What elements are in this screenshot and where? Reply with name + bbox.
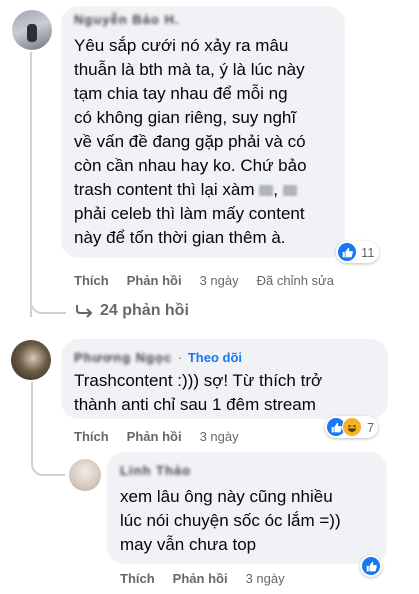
comment-actions: Thích Phản hồi 3 ngày (120, 571, 303, 586)
comment-author[interactable]: Nguyễn Bảo H. (74, 12, 179, 27)
reaction-summary[interactable]: 7 (325, 416, 379, 438)
avatar[interactable] (69, 459, 101, 491)
like-button[interactable]: Thích (74, 273, 109, 288)
reaction-summary[interactable] (360, 555, 382, 577)
reply-arrow-icon (76, 304, 93, 318)
reply-button[interactable]: Phản hồi (173, 571, 228, 586)
thread-connector (31, 452, 65, 476)
like-button[interactable]: Thích (74, 429, 109, 444)
comment-actions: Thích Phản hồi 3 ngày (74, 429, 257, 444)
reaction-count: 7 (367, 419, 375, 435)
comment-author[interactable]: Linh Thảo (120, 463, 191, 478)
like-icon (338, 243, 356, 261)
thread-connector (30, 296, 66, 314)
avatar[interactable] (11, 340, 51, 380)
timestamp[interactable]: 3 ngày (200, 273, 239, 288)
haha-icon (342, 417, 362, 437)
timestamp[interactable]: 3 ngày (200, 429, 239, 444)
reaction-summary[interactable]: 11 (336, 241, 379, 263)
redacted-word (282, 185, 297, 197)
comment-text: xem lâu ông này cũng nhiều lúc nói chuyệ… (120, 487, 341, 554)
reaction-count: 11 (361, 244, 375, 260)
reply-button[interactable]: Phản hồi (127, 429, 182, 444)
comment-author[interactable]: Phương Ngọc · Theo dõi (74, 350, 242, 365)
view-replies-button[interactable]: 24 phản hồi (76, 302, 189, 320)
follow-button[interactable]: Theo dõi (188, 350, 242, 365)
avatar[interactable] (12, 10, 52, 50)
thread-line (30, 52, 32, 317)
timestamp[interactable]: 3 ngày (246, 571, 285, 586)
comment-actions: Thích Phản hồi 3 ngày Đã chỉnh sửa (74, 273, 334, 288)
reply-button[interactable]: Phản hồi (127, 273, 182, 288)
like-icon (362, 557, 380, 575)
comment-text: Yêu sắp cưới nó xảy ra mâu thuẫn là bth … (74, 36, 307, 247)
redacted-word (259, 185, 274, 197)
edited-label: Đã chỉnh sửa (256, 273, 334, 288)
comment-text: Trashcontent :))) sợ! Từ thích trở thành… (74, 371, 323, 414)
like-button[interactable]: Thích (120, 571, 155, 586)
